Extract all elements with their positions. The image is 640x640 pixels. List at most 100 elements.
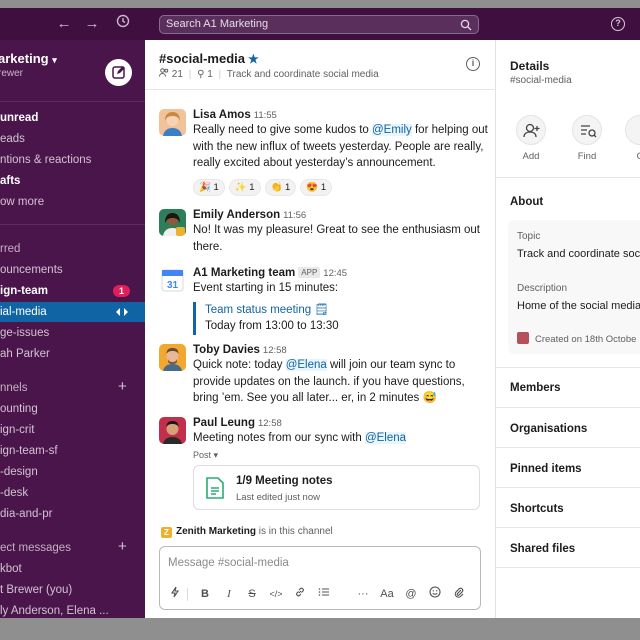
sidebar-item-unread[interactable]: unread: [0, 108, 145, 128]
message-time[interactable]: 12:45: [323, 268, 347, 279]
event-link[interactable]: Team status meeting 🗒: [205, 302, 489, 318]
workspace-header[interactable]: arketing ▾ rewer: [0, 40, 145, 102]
italic-icon[interactable]: I: [221, 586, 237, 602]
sidebar-item-mentions[interactable]: ntions & reactions: [0, 150, 145, 170]
emoji-icon[interactable]: [427, 586, 443, 602]
add-dm-icon[interactable]: +: [118, 538, 127, 555]
sidebar-item-design-team-sf[interactable]: ign-team-sf: [0, 441, 145, 461]
more-icon[interactable]: ···: [355, 586, 371, 602]
sidebar-item-announcements[interactable]: ouncements: [0, 260, 145, 280]
message-author[interactable]: Toby Davies: [193, 344, 260, 356]
organisations-section[interactable]: Organisations: [510, 423, 587, 435]
info-icon[interactable]: i: [466, 57, 480, 71]
arrow-right-icon[interactable]: →: [82, 14, 102, 34]
message-time[interactable]: 11:55: [254, 110, 277, 121]
message-composer: B I S </> ··· Aa @: [159, 546, 481, 610]
calendar-app-icon[interactable]: 31: [159, 267, 186, 294]
clock-icon[interactable]: [113, 14, 133, 34]
message-text: Event starting in 15 minutes:: [193, 282, 339, 294]
at-icon[interactable]: @: [403, 586, 419, 602]
shortcuts-section[interactable]: Shortcuts: [510, 503, 564, 515]
pin-icon[interactable]: ⚲: [197, 69, 204, 80]
toolbar-divider: [187, 588, 188, 601]
section-divider: [496, 527, 640, 528]
reaction-chip[interactable]: 🎉 1: [193, 178, 225, 196]
message-time[interactable]: 12:58: [258, 418, 282, 429]
shared-files-section[interactable]: Shared files: [510, 543, 575, 555]
arrow-left-icon[interactable]: ←: [54, 14, 74, 34]
avatar[interactable]: [159, 109, 186, 136]
message-time[interactable]: 12:58: [263, 345, 287, 356]
details-subtitle: #social-media: [510, 75, 572, 86]
member-count[interactable]: 21: [172, 69, 183, 80]
sidebar-item-dev-design[interactable]: -design: [0, 462, 145, 482]
call-button[interactable]: C: [620, 115, 640, 162]
topic-label: Topic: [517, 231, 541, 242]
sidebar-item-group-dm[interactable]: ly Anderson, Elena ...: [0, 601, 145, 618]
reaction-chip[interactable]: 😍 1: [300, 178, 333, 196]
channel-topic[interactable]: Track and coordinate social media: [227, 69, 379, 80]
message-author[interactable]: Emily Anderson: [193, 209, 280, 221]
attach-icon[interactable]: [451, 586, 467, 602]
mention-link[interactable]: @Elena: [285, 359, 327, 371]
reactions: 🎉 1 ✨ 1 👏 1 😍 1: [193, 177, 489, 196]
post-label[interactable]: Post ▾: [193, 450, 489, 461]
avatar[interactable]: [159, 344, 186, 371]
about-heading[interactable]: About: [510, 196, 543, 208]
add-channel-icon[interactable]: +: [118, 378, 127, 395]
avatar[interactable]: [159, 417, 186, 444]
message-input[interactable]: [168, 554, 468, 572]
details-title: Details: [510, 59, 550, 73]
message-author[interactable]: Lisa Amos: [193, 109, 251, 121]
org-name[interactable]: Zenith Marketing: [176, 526, 256, 537]
sidebar-item-design-crit[interactable]: ign-crit: [0, 420, 145, 440]
link-icon[interactable]: [292, 586, 308, 602]
sidebar-item-media-and-pr[interactable]: dia-and-pr: [0, 504, 145, 524]
message-author[interactable]: Paul Leung: [193, 417, 255, 429]
members-section[interactable]: Members: [510, 382, 561, 394]
message-time[interactable]: 11:56: [283, 210, 306, 221]
mention-link[interactable]: @Elena: [364, 432, 407, 444]
description-value[interactable]: Home of the social media: [517, 300, 640, 312]
pinned-items-section[interactable]: Pinned items: [510, 463, 582, 475]
sidebar-item-design-team[interactable]: ign-team 1: [0, 281, 145, 301]
star-icon[interactable]: ★: [248, 52, 259, 66]
starred-section-label[interactable]: rred: [0, 243, 145, 255]
compose-button[interactable]: [105, 59, 132, 86]
workspace-name[interactable]: arketing ▾: [0, 51, 57, 66]
members-icon[interactable]: [159, 68, 169, 77]
bold-icon[interactable]: B: [197, 586, 213, 602]
avatar[interactable]: [159, 209, 186, 236]
sidebar-item-self[interactable]: t Brewer (you): [0, 580, 145, 600]
strike-icon[interactable]: S: [244, 586, 260, 602]
sidebar-item-help-desk[interactable]: -desk: [0, 483, 145, 503]
action-label: C: [620, 151, 640, 162]
list-icon[interactable]: [316, 586, 332, 602]
sidebar-item-threads[interactable]: eads: [0, 129, 145, 149]
code-icon[interactable]: </>: [268, 586, 284, 602]
channel-title[interactable]: #social-media ★: [159, 51, 259, 66]
pin-count[interactable]: 1: [207, 69, 213, 80]
sidebar-item-drafts[interactable]: afts: [0, 171, 145, 191]
lightning-icon[interactable]: [167, 586, 183, 602]
topic-value[interactable]: Track and coordinate soci: [517, 248, 640, 260]
add-member-button[interactable]: Add: [511, 115, 551, 162]
sidebar-item-social-media[interactable]: ial-media: [0, 302, 145, 322]
post-card[interactable]: 1/9 Meeting notes Last edited just now: [193, 464, 480, 510]
message-text: Really need to give some kudos to @Emily…: [193, 124, 488, 169]
sidebar-item-accounting[interactable]: ounting: [0, 399, 145, 419]
reaction-chip[interactable]: ✨ 1: [228, 178, 261, 196]
reaction-chip[interactable]: 👏 1: [264, 178, 297, 196]
search-input[interactable]: Search A1 Marketing: [159, 15, 479, 34]
sidebar-item-slackbot[interactable]: kbot: [0, 559, 145, 579]
text-format-icon[interactable]: Aa: [379, 586, 395, 602]
find-button[interactable]: Find: [567, 115, 607, 162]
about-panel: Topic Track and coordinate soci Descript…: [508, 220, 640, 354]
mention-link[interactable]: @Emily: [372, 124, 412, 136]
sidebar-item-show-more[interactable]: ow more: [0, 192, 145, 212]
sidebar-item-sarah-parker[interactable]: ah Parker: [0, 344, 145, 364]
document-icon: [206, 476, 224, 499]
sidebar-item-triage-issues[interactable]: ge-issues: [0, 323, 145, 343]
help-icon[interactable]: ?: [611, 17, 625, 31]
message-author[interactable]: A1 Marketing team: [193, 267, 295, 279]
